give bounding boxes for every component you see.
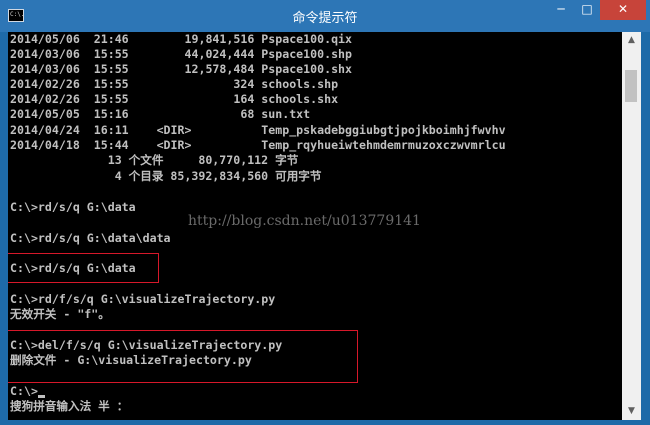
console-line: 2014/03/06 15:55 12,578,484 Pspace100.sh… <box>10 62 353 76</box>
console-line: 4 个目录 85,392,834,560 可用字节 <box>10 169 322 183</box>
watermark-url: http://blog.csdn.net/u013779141 <box>188 213 421 229</box>
console-line: 2014/04/18 15:44 <DIR> Temp_rqyhueiwtehm… <box>10 138 506 152</box>
console-line: 13 个文件 80,770,112 字节 <box>10 153 299 167</box>
console-line: 无效开关 - "f"。 <box>10 307 110 321</box>
console-line: 2014/05/05 15:16 68 sun.txt <box>10 107 311 121</box>
minimize-button[interactable]: ─ <box>548 0 574 20</box>
vertical-scrollbar[interactable]: ▲ ▼ <box>622 32 641 420</box>
console-line: 2014/02/26 15:55 164 schools.shx <box>10 92 339 106</box>
maximize-button[interactable]: □ <box>574 0 600 20</box>
console-prompt[interactable]: C:\> <box>10 384 45 399</box>
window-border <box>641 32 650 425</box>
scroll-up-arrow-icon[interactable]: ▲ <box>622 32 641 49</box>
close-button[interactable]: ✕ <box>600 0 646 20</box>
text-cursor <box>37 395 45 398</box>
console-line: 2014/02/26 15:55 324 schools.shp <box>10 77 339 91</box>
highlight-box <box>8 253 159 283</box>
scroll-thumb[interactable] <box>625 70 637 102</box>
console-line: C:\>rd/s/q G:\data\data <box>10 231 171 245</box>
console-line: 2014/04/24 16:11 <DIR> Temp_pskadebggiub… <box>10 123 506 137</box>
window-border <box>0 420 650 425</box>
scroll-down-arrow-icon[interactable]: ▼ <box>622 403 641 420</box>
console-output[interactable]: 2014/05/06 21:46 19,841,516 Pspace100.qi… <box>8 32 622 420</box>
console-line: 2014/03/06 15:55 44,024,444 Pspace100.sh… <box>10 47 353 61</box>
title-bar[interactable]: C:\. 命令提示符 ─ □ ✕ <box>0 0 650 32</box>
console-line: C:\>rd/f/s/q G:\visualizeTrajectory.py <box>10 292 276 306</box>
console-line: C:\>rd/s/q G:\data <box>10 200 136 214</box>
console-line: 2014/05/06 21:46 19,841,516 Pspace100.qi… <box>10 32 353 46</box>
cmd-window: C:\. 命令提示符 ─ □ ✕ 2014/05/06 21:46 19,841… <box>0 0 650 425</box>
ime-status: 搜狗拼音输入法 半 ： <box>10 399 129 413</box>
prompt-text: C:\> <box>10 384 38 398</box>
highlight-box <box>8 330 358 383</box>
